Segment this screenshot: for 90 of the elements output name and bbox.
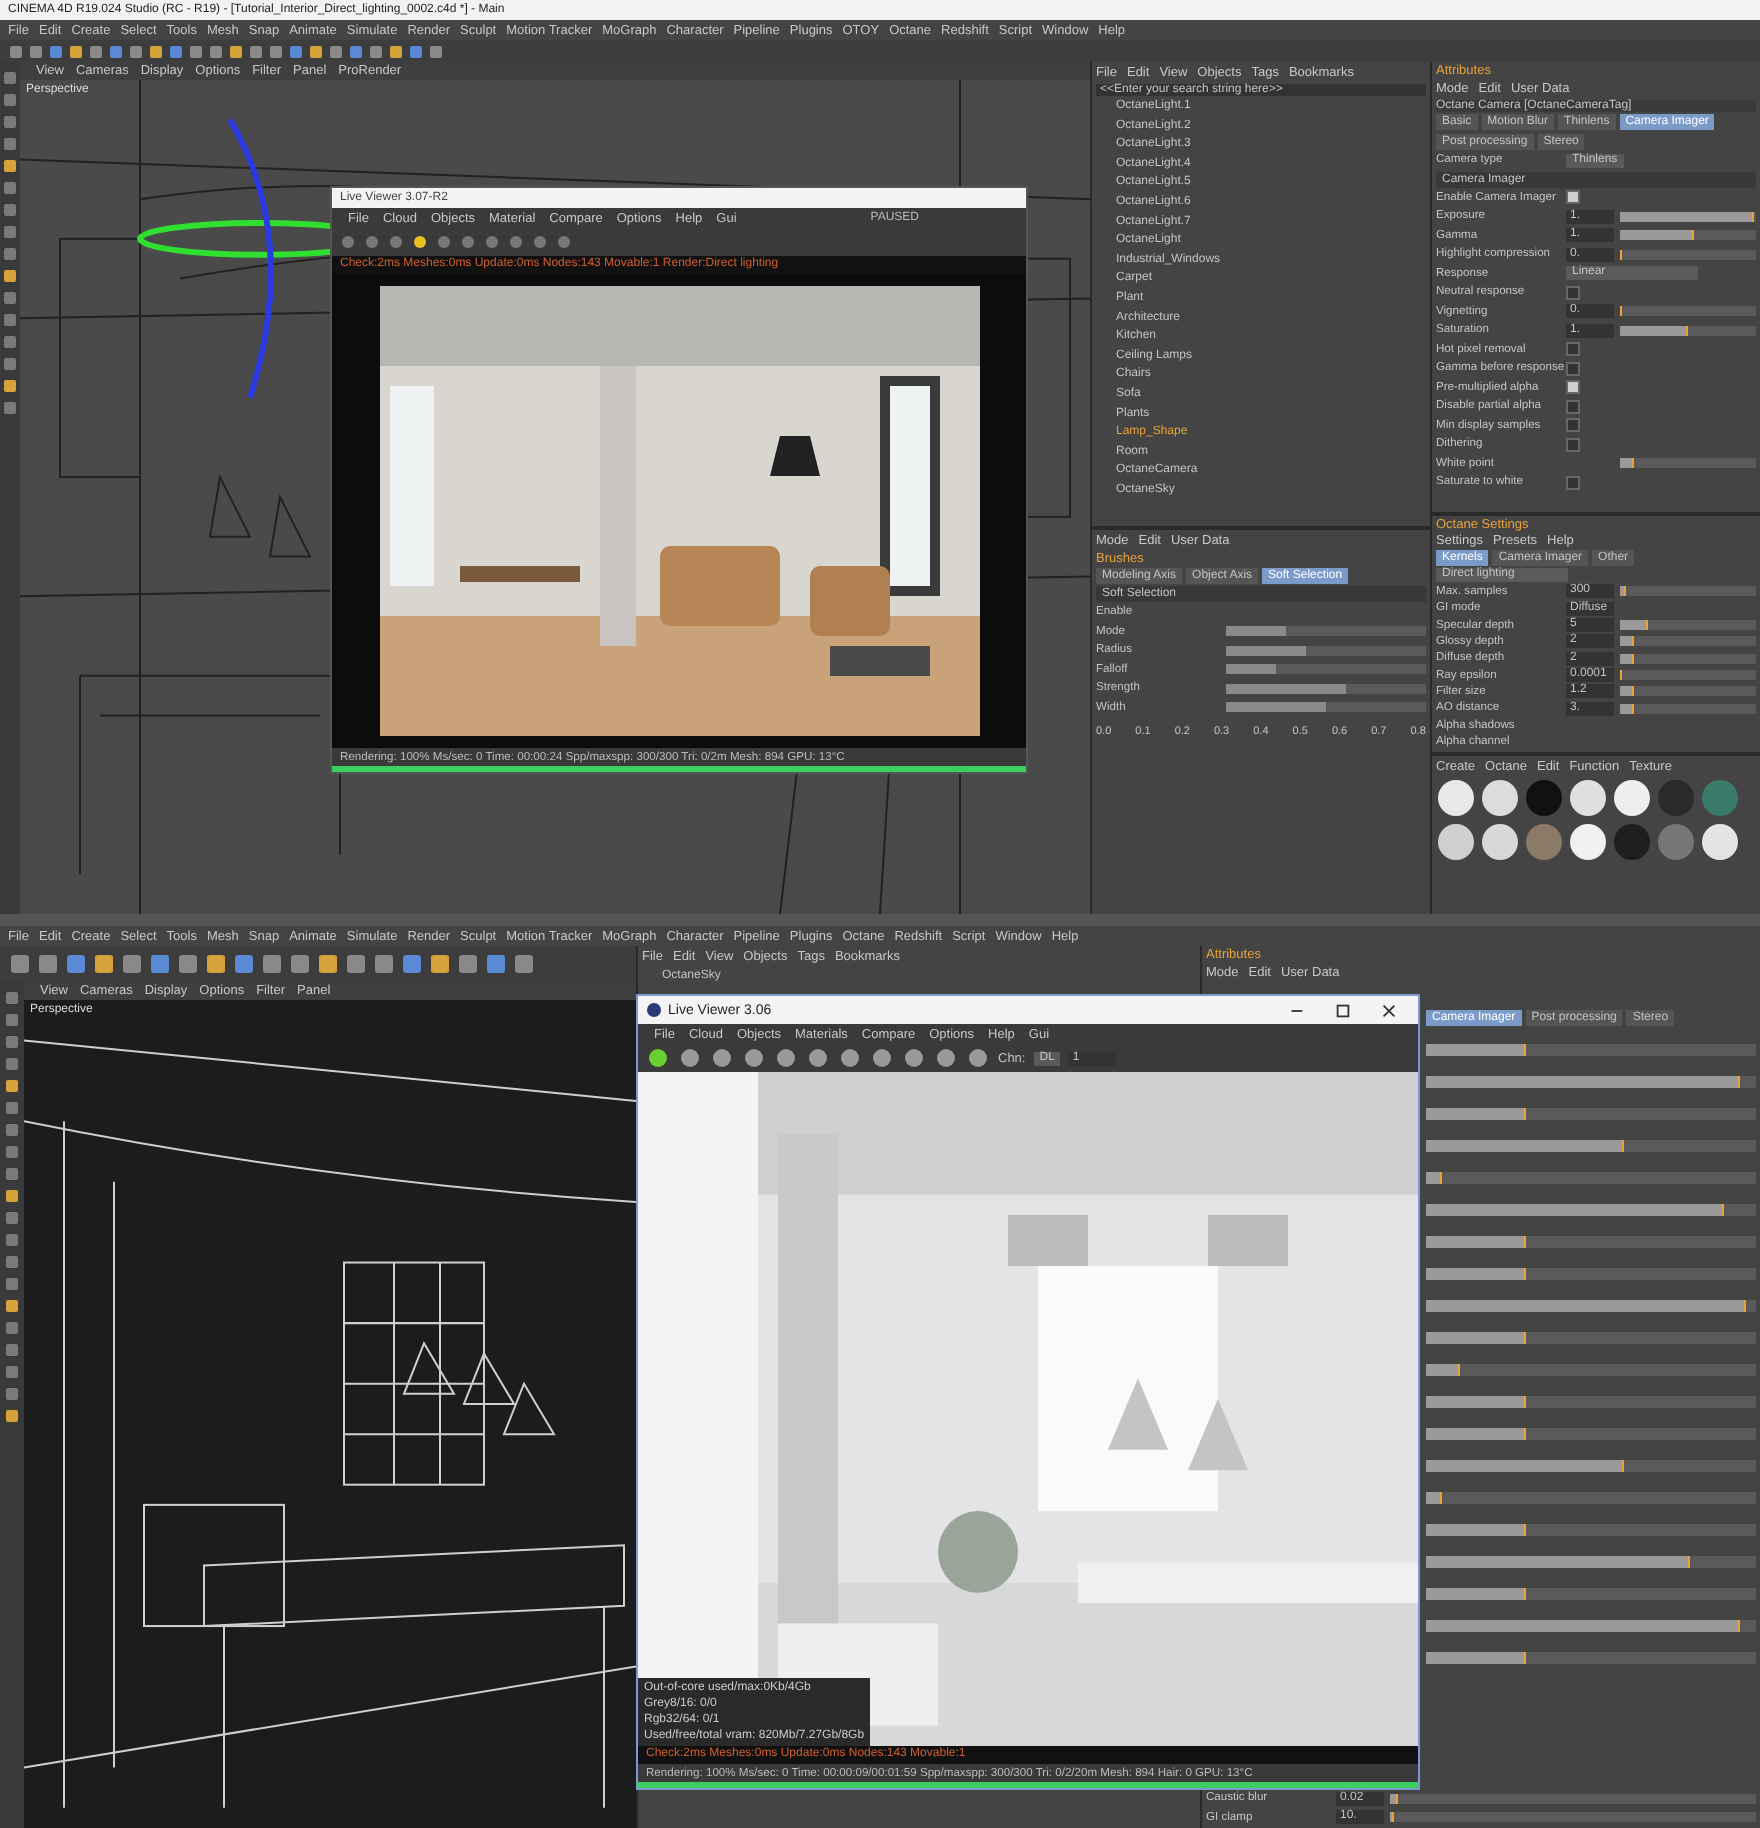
material-ball-icon[interactable] (1700, 821, 1740, 862)
checkbox[interactable] (1566, 437, 1580, 452)
tool-icon[interactable] (372, 952, 396, 976)
slider[interactable] (1426, 1332, 1756, 1344)
slider[interactable] (1620, 670, 1756, 681)
material-ball-icon[interactable] (1568, 821, 1608, 862)
tool-icon[interactable] (934, 1046, 958, 1070)
tool-icon[interactable] (64, 952, 88, 976)
slider[interactable] (1426, 1652, 1756, 1664)
slider[interactable] (1426, 1268, 1756, 1280)
slider[interactable] (1426, 1364, 1756, 1376)
slider[interactable] (1226, 664, 1426, 675)
slider[interactable] (1426, 1140, 1756, 1152)
slider[interactable] (1620, 458, 1756, 469)
tool-icon[interactable] (774, 1046, 798, 1070)
material-ball-icon[interactable] (1612, 777, 1652, 818)
tool-icon[interactable] (806, 1046, 830, 1070)
slider[interactable] (1620, 686, 1756, 697)
checkbox[interactable] (1566, 342, 1580, 357)
slider[interactable] (1426, 1460, 1756, 1472)
slider[interactable] (1226, 626, 1426, 637)
slider[interactable] (1390, 1812, 1756, 1823)
slider[interactable] (1426, 1492, 1756, 1504)
tool-icon[interactable] (120, 952, 144, 976)
slider[interactable] (1620, 249, 1756, 260)
checkbox[interactable] (1566, 475, 1580, 490)
material-ball-icon[interactable] (1480, 777, 1520, 818)
tool-icon[interactable] (36, 952, 60, 976)
maximize-icon[interactable] (1334, 1001, 1352, 1019)
checkbox[interactable] (1566, 380, 1580, 395)
slider[interactable] (1226, 702, 1426, 713)
material-ball-icon[interactable] (1436, 821, 1476, 862)
tool-icon[interactable] (710, 1046, 734, 1070)
tool-icon[interactable] (344, 952, 368, 976)
checkbox[interactable] (1566, 190, 1580, 205)
tool-icon[interactable] (484, 952, 508, 976)
slider[interactable] (1620, 636, 1756, 647)
tool-icon[interactable] (966, 1046, 990, 1070)
tool-icon[interactable] (902, 1046, 926, 1070)
slider[interactable] (1226, 683, 1426, 694)
tool-icon[interactable] (870, 1046, 894, 1070)
slider[interactable] (1426, 1076, 1756, 1088)
material-ball-icon[interactable] (1436, 777, 1476, 818)
tool-icon[interactable] (646, 1046, 670, 1070)
slider[interactable] (1620, 325, 1756, 336)
tool-icon[interactable] (8, 952, 32, 976)
slider[interactable] (1620, 703, 1756, 714)
tool-icon[interactable] (678, 1046, 702, 1070)
slider[interactable] (1426, 1172, 1756, 1184)
checkbox[interactable] (1566, 361, 1580, 376)
slider[interactable] (1620, 230, 1756, 241)
tool-icon[interactable] (176, 952, 200, 976)
slider[interactable] (1620, 586, 1756, 597)
slider[interactable] (1426, 1556, 1756, 1568)
slider[interactable] (1426, 1044, 1756, 1056)
slider[interactable] (1426, 1396, 1756, 1408)
tool-icon[interactable] (742, 1046, 766, 1070)
slider[interactable] (1620, 653, 1756, 664)
checkbox[interactable] (1566, 418, 1580, 433)
tool-icon[interactable] (456, 952, 480, 976)
tool-icon[interactable] (288, 952, 312, 976)
tool-icon[interactable] (148, 952, 172, 976)
tool-icon[interactable] (92, 952, 116, 976)
checkbox[interactable] (1566, 285, 1580, 300)
slider[interactable] (1390, 1793, 1756, 1804)
slider[interactable] (1620, 620, 1756, 631)
tool-icon[interactable] (428, 952, 452, 976)
tool-icon[interactable] (232, 952, 256, 976)
material-ball-icon[interactable] (1568, 777, 1608, 818)
tool-icon[interactable] (512, 952, 536, 976)
slider[interactable] (1620, 306, 1756, 317)
slider[interactable] (1426, 1300, 1756, 1312)
close-icon[interactable] (1380, 1001, 1398, 1019)
tool-icon[interactable] (316, 952, 340, 976)
slider[interactable] (1426, 1108, 1756, 1120)
app-icon (646, 1002, 662, 1018)
slider[interactable] (1426, 1236, 1756, 1248)
slider[interactable] (1426, 1588, 1756, 1600)
slider[interactable] (1426, 1524, 1756, 1536)
slider[interactable] (1226, 645, 1426, 656)
tool-icon[interactable] (260, 952, 284, 976)
slider[interactable] (1426, 1428, 1756, 1440)
tool-icon[interactable] (838, 1046, 862, 1070)
checkbox[interactable] (1566, 399, 1580, 414)
slider[interactable] (1426, 1620, 1756, 1632)
tool-icon[interactable] (400, 952, 424, 976)
tool-icon[interactable] (204, 952, 228, 976)
slider[interactable] (1620, 211, 1756, 222)
material-ball-icon[interactable] (1480, 821, 1520, 862)
slider[interactable] (1426, 1204, 1756, 1216)
